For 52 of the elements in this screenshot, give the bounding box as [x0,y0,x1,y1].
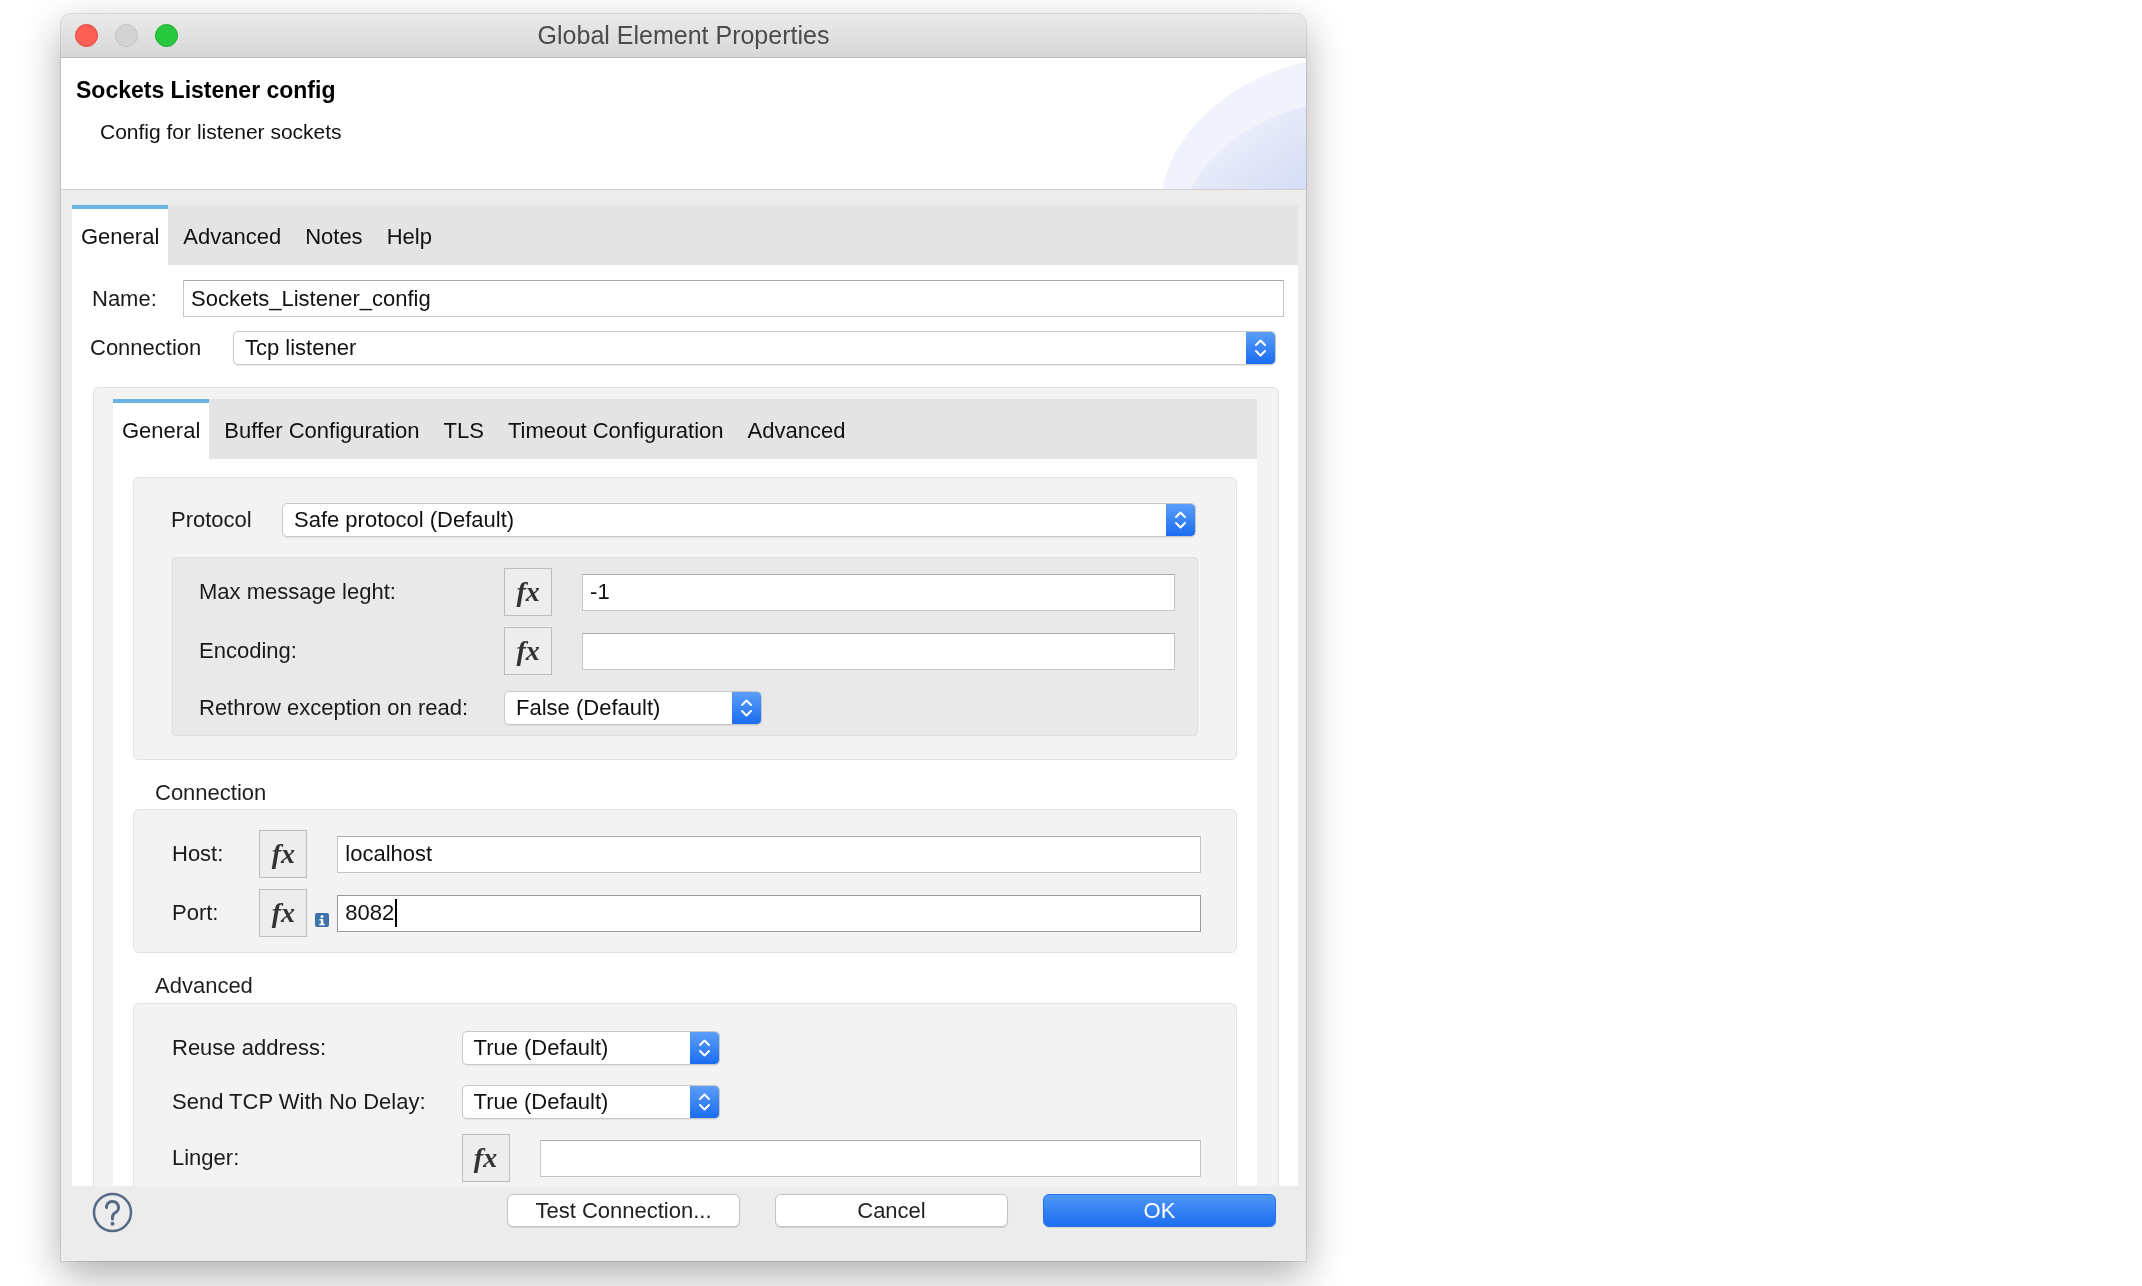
field-label: Rethrow exception on read: [199,694,470,721]
text-field[interactable] [582,632,1175,670]
text-field[interactable]: localhost [337,835,1201,873]
field-label: Protocol [171,507,253,533]
dialog-button[interactable]: Cancel [775,1194,1008,1227]
dialog-button[interactable]: OK [1043,1194,1276,1227]
expression-button[interactable]: fx [461,1134,510,1182]
field-label: Host: [172,841,225,867]
expression-button[interactable]: fx [504,627,553,675]
help-icon[interactable] [92,1192,133,1233]
field-label: Name: [92,285,158,312]
field-label: Reuse address: [172,1034,328,1061]
dropdown[interactable]: True (Default) [461,1084,720,1119]
tab[interactable]: Timeout Configuration [498,399,733,459]
dialog-button[interactable]: Test Connection... [507,1194,740,1227]
window-title: Global Element Properties [537,21,830,50]
tab[interactable]: Help [377,205,441,265]
field-label: Linger: [172,1145,241,1171]
chevron-up-down-icon [732,691,762,724]
text-field[interactable]: Sockets_Listener_config [183,280,1284,317]
tab[interactable]: General [72,205,169,265]
tab[interactable]: Buffer Configuration [215,399,429,459]
dropdown[interactable]: Tcp listener [233,331,1276,365]
text-field[interactable]: 8082 [337,894,1201,932]
tab[interactable]: TLS [434,399,493,459]
tab[interactable]: Notes [296,205,372,265]
expression-button[interactable]: fx [259,830,308,878]
config-description: Config for listener sockets [100,119,342,145]
field-label: Connection [90,335,203,361]
dropdown[interactable]: Safe protocol (Default) [282,503,1196,537]
tab[interactable]: Advanced [174,205,291,265]
chevron-up-down-icon [1246,332,1275,364]
section-title: Advanced [155,973,254,999]
section-title: Connection [155,780,268,806]
field-label: Max message leght: [199,579,397,605]
chevron-up-down-icon [689,1031,719,1064]
text-field[interactable]: -1 [582,573,1175,611]
field-label: Encoding: [199,638,298,664]
config-title: Sockets Listener config [76,77,336,104]
chevron-up-down-icon [1166,504,1195,536]
dropdown[interactable]: False (Default) [504,690,763,725]
field-label: Port: [172,900,220,926]
text-field[interactable] [539,1139,1201,1177]
close-window-button[interactable] [75,24,98,47]
expression-button[interactable]: fx [259,889,308,937]
field-label: Send TCP With No Delay: [172,1088,427,1115]
tab[interactable]: Advanced [738,399,855,459]
chevron-up-down-icon [689,1085,719,1118]
expression-button[interactable]: fx [504,568,553,616]
tab[interactable]: General [113,399,210,459]
zoom-window-button[interactable] [155,24,178,47]
dropdown[interactable]: True (Default) [461,1030,720,1065]
